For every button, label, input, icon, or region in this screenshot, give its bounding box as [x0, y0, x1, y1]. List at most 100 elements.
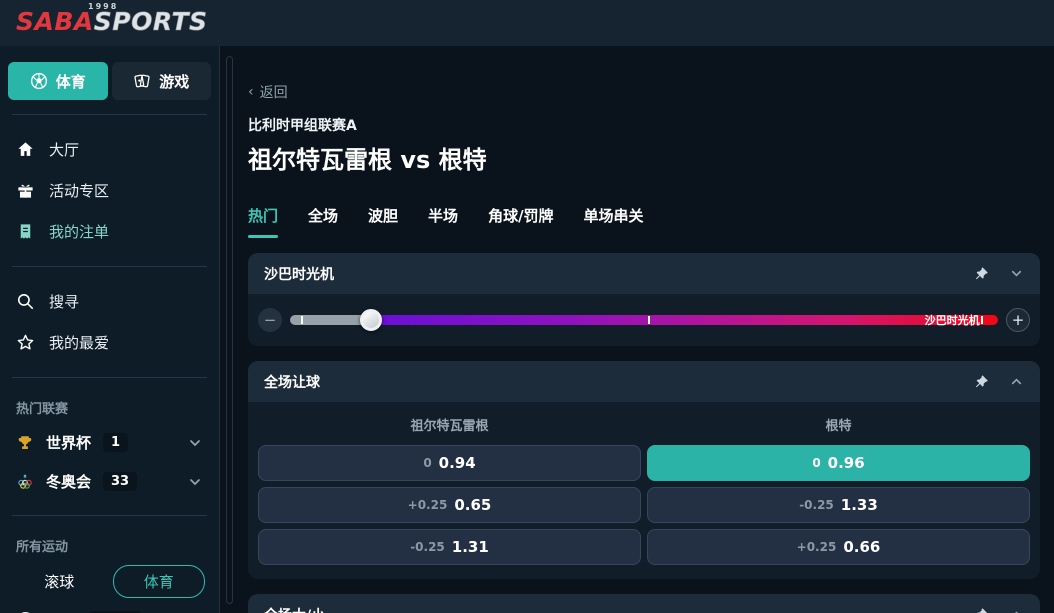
tab-corners-cards[interactable]: 角球/罚牌: [488, 205, 553, 238]
slider-tick: [301, 316, 303, 324]
slider-track-gradient-segment: [371, 315, 998, 325]
pin-icon[interactable]: [974, 607, 989, 613]
cards-icon: [133, 72, 151, 90]
league-label: 冬奥会: [46, 471, 91, 492]
tab-full-time[interactable]: 全场: [308, 205, 338, 238]
time-machine-slider-track[interactable]: 沙巴时光机: [290, 315, 998, 325]
soccer-ball-icon: [30, 72, 48, 90]
odds-value: 0.94: [439, 454, 476, 472]
panel-title: 全场大/小: [264, 605, 325, 613]
sidebar-scrollbar[interactable]: [226, 56, 233, 604]
tab-hot[interactable]: 热门: [248, 205, 278, 238]
toggle-in-play[interactable]: 滚球: [14, 566, 105, 597]
odds-button[interactable]: +0.25 0.65: [258, 487, 641, 523]
odds-grid: 0 0.94 0 0.96 +0.25 0.65 -0.25 1.33 -0.2…: [248, 438, 1040, 579]
sidebar-item-label: 活动专区: [49, 180, 109, 201]
mode-tab-games[interactable]: 游戏: [112, 62, 212, 100]
league-label: 世界杯: [46, 432, 91, 453]
sidebar-item-label: 我的最爱: [49, 332, 109, 353]
sidebar-item-search[interactable]: 搜寻: [0, 281, 219, 322]
time-machine-slider-row: − 沙巴时光机 +: [248, 294, 1040, 346]
sidebar-item-my-bets[interactable]: 我的注单: [0, 211, 219, 252]
tab-half-time[interactable]: 半场: [428, 205, 458, 238]
slider-minus-button[interactable]: −: [258, 308, 282, 332]
slider-tick: [648, 316, 650, 324]
chevron-down-icon[interactable]: [187, 435, 203, 451]
slider-plus-button[interactable]: +: [1006, 308, 1030, 332]
live-prematch-toggle: 滚球 体育: [0, 561, 219, 598]
sidebar-item-soccer[interactable]: 足球 1077: [0, 598, 219, 613]
over-under-header[interactable]: 全场大/小: [248, 594, 1040, 613]
home-team-name: 祖尔特瓦雷根: [258, 415, 641, 434]
sidebar-item-label: 大厅: [49, 139, 79, 160]
olympic-rings-icon: [16, 473, 34, 491]
chevron-up-icon[interactable]: [1009, 374, 1024, 389]
sidebar-item-label: 搜寻: [49, 291, 79, 312]
all-sports-heading: 所有运动: [0, 530, 219, 561]
search-icon: [16, 292, 35, 311]
league-name: 比利时甲组联赛A: [248, 115, 1040, 135]
slider-thumb[interactable]: [360, 309, 382, 331]
pin-icon[interactable]: [974, 266, 989, 281]
top-bar: 1998 SABA SPORTS: [0, 0, 1054, 46]
tab-single-parlay[interactable]: 单场串关: [584, 205, 644, 238]
odds-value: 0.65: [454, 496, 491, 514]
panel-title: 沙巴时光机: [264, 264, 334, 284]
chevron-down-icon[interactable]: [187, 474, 203, 490]
toggle-sports[interactable]: 体育: [113, 565, 206, 598]
sidebar: 体育 游戏 大厅 活动专区 我的注单 搜寻: [0, 46, 220, 613]
sidebar-item-winter-olympics[interactable]: 冬奥会 33: [0, 462, 219, 501]
home-icon: [16, 140, 35, 159]
mode-tab-label: 体育: [56, 71, 86, 92]
chevron-down-icon[interactable]: [1009, 266, 1024, 281]
slider-tick: [981, 316, 983, 324]
odds-value: 0.96: [828, 454, 865, 472]
handicap-panel: 全场让球 祖尔特瓦雷根 根特 0 0.94 0 0.96: [248, 361, 1040, 579]
chevron-up-icon[interactable]: [1009, 607, 1024, 613]
handicap-header[interactable]: 全场让球: [248, 361, 1040, 402]
logo-sports-text: SPORTS: [94, 7, 208, 36]
handicap-value: -0.25: [799, 498, 834, 512]
odds-button[interactable]: -0.25 1.33: [647, 487, 1030, 523]
away-team-name: 根特: [647, 415, 1030, 434]
logo-year: 1998: [88, 2, 118, 11]
logo-saba-text: SABA: [16, 7, 94, 36]
handicap-value: +0.25: [408, 498, 448, 512]
sidebar-item-lobby[interactable]: 大厅: [0, 129, 219, 170]
odds-button[interactable]: 0 0.94: [258, 445, 641, 481]
star-icon: [16, 333, 35, 352]
sidebar-divider: [12, 266, 207, 267]
sidebar-mode-tabs: 体育 游戏: [0, 62, 219, 100]
hot-leagues-heading: 热门联赛: [0, 392, 219, 423]
league-count-badge: 33: [103, 472, 137, 491]
time-machine-header[interactable]: 沙巴时光机: [248, 253, 1040, 294]
match-title: 祖尔特瓦雷根 vs 根特: [248, 140, 1040, 175]
handicap-value: +0.25: [797, 540, 837, 554]
time-machine-panel: 沙巴时光机 − 沙巴时光机 +: [248, 253, 1040, 346]
odds-button[interactable]: +0.25 0.66: [647, 529, 1030, 565]
odds-button-selected[interactable]: 0 0.96: [647, 445, 1030, 481]
sidebar-item-label: 我的注单: [49, 221, 109, 242]
gift-icon: [16, 181, 35, 200]
market-tabs: 热门 全场 波胆 半场 角球/罚牌 单场串关: [248, 205, 1040, 238]
saba-sports-logo[interactable]: 1998 SABA SPORTS: [16, 7, 208, 36]
league-count-badge: 1: [103, 433, 128, 452]
team-columns: 祖尔特瓦雷根 根特: [248, 402, 1040, 438]
sidebar-item-promotions[interactable]: 活动专区: [0, 170, 219, 211]
odds-value: 1.33: [841, 496, 878, 514]
sidebar-divider: [12, 114, 207, 115]
tab-correct-score[interactable]: 波胆: [368, 205, 398, 238]
back-label: 返回: [260, 82, 288, 102]
sidebar-divider: [12, 515, 207, 516]
sidebar-item-favorites[interactable]: 我的最爱: [0, 322, 219, 363]
odds-button[interactable]: -0.25 1.31: [258, 529, 641, 565]
over-under-panel: 全场大/小: [248, 594, 1040, 613]
main-content: ‹ 返回 比利时甲组联赛A 祖尔特瓦雷根 vs 根特 热门 全场 波胆 半场 角…: [236, 46, 1054, 613]
sidebar-divider: [12, 377, 207, 378]
odds-value: 1.31: [452, 538, 489, 556]
handicap-value: 0: [812, 456, 820, 470]
back-button[interactable]: ‹ 返回: [248, 46, 288, 102]
sidebar-item-world-cup[interactable]: 世界杯 1: [0, 423, 219, 462]
pin-icon[interactable]: [974, 374, 989, 389]
mode-tab-sports[interactable]: 体育: [8, 62, 108, 100]
